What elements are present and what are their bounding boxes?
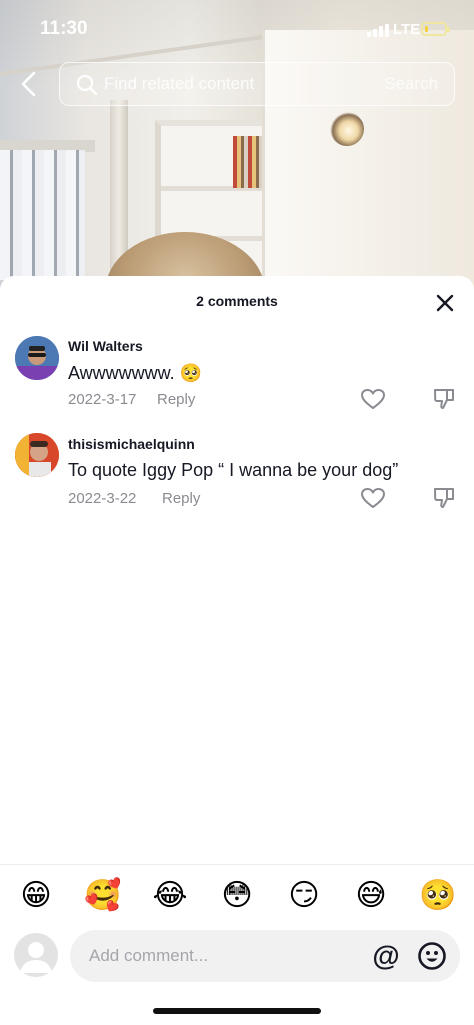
current-user-avatar[interactable] — [14, 933, 58, 977]
emoji-sweat-smile-button[interactable]: 😅 — [351, 876, 391, 916]
emoji-flushed-button[interactable]: 😳 — [217, 876, 257, 916]
comment-username[interactable]: Wil Walters — [68, 338, 143, 354]
avatar-image — [15, 336, 59, 380]
signal-icon — [367, 24, 389, 37]
search-bar[interactable]: Find related content Search — [59, 62, 455, 106]
emoji-bar-divider — [0, 864, 474, 865]
network-label: LTE — [393, 21, 421, 38]
comment-text: To quote Iggy Pop “ I wanna be your dog” — [68, 460, 399, 480]
back-button[interactable] — [14, 66, 44, 102]
like-button[interactable] — [360, 486, 386, 510]
search-input[interactable]: Find related content — [104, 74, 254, 94]
thumbs-down-icon — [434, 389, 454, 409]
battery-level — [425, 26, 428, 32]
close-icon — [436, 294, 454, 312]
home-indicator[interactable] — [153, 1008, 321, 1014]
emoji-tears-of-joy-button[interactable]: 😂 — [150, 876, 190, 916]
dislike-button[interactable] — [432, 486, 456, 510]
reply-button[interactable]: Reply — [162, 490, 200, 507]
comment-text: Awwwwwww. 🥺 — [68, 363, 203, 383]
mention-button[interactable]: @ — [370, 940, 402, 972]
search-button[interactable]: Search — [384, 74, 438, 94]
emoji-picker-button[interactable] — [416, 940, 448, 972]
emoji-smirk-button[interactable]: 😏 — [284, 876, 324, 916]
wall-lamp — [330, 112, 364, 146]
status-bar: 11:30 LTE — [0, 0, 474, 60]
close-button[interactable] — [432, 290, 458, 316]
status-time: 11:30 — [40, 18, 88, 39]
avatar[interactable] — [15, 433, 59, 477]
smiley-face-icon — [418, 942, 446, 970]
avatar[interactable] — [15, 336, 59, 380]
emoji-hearts-button[interactable]: 🥰 — [83, 876, 123, 916]
thumbs-down-icon — [434, 488, 454, 508]
comment-item: thisismichaelquinn To quote Iggy Pop “ I… — [0, 433, 474, 523]
dislike-button[interactable] — [432, 387, 456, 411]
emoji-quick-bar: 😁 🥰 😂 😳 😏 😅 🥺 — [0, 876, 474, 920]
heart-outline-icon — [361, 389, 385, 409]
comment-input-placeholder: Add comment... — [89, 946, 209, 965]
comment-username[interactable]: thisismichaelquinn — [68, 436, 195, 452]
magnifier-icon — [76, 74, 98, 96]
comment-date: 2022-3-17 — [68, 391, 137, 408]
comments-count-title: 2 comments — [196, 293, 278, 309]
emoji-pleading-button[interactable]: 🥺 — [418, 876, 458, 916]
like-button[interactable] — [360, 387, 386, 411]
avatar-image — [15, 433, 59, 477]
comment-input[interactable]: Add comment... @ — [70, 930, 460, 982]
comment-item: Wil Walters Awwwwwww. 🥺 2022-3-17 Reply — [0, 334, 474, 424]
emoji-grin-button[interactable]: 😁 — [16, 876, 56, 916]
heart-outline-icon — [361, 488, 385, 508]
battery-icon — [421, 22, 450, 36]
books — [233, 136, 263, 188]
comment-date: 2022-3-22 — [68, 490, 137, 507]
reply-button[interactable]: Reply — [157, 391, 195, 408]
window-blinds — [0, 150, 85, 280]
chevron-left-icon — [21, 71, 36, 97]
default-avatar-icon — [20, 942, 52, 973]
